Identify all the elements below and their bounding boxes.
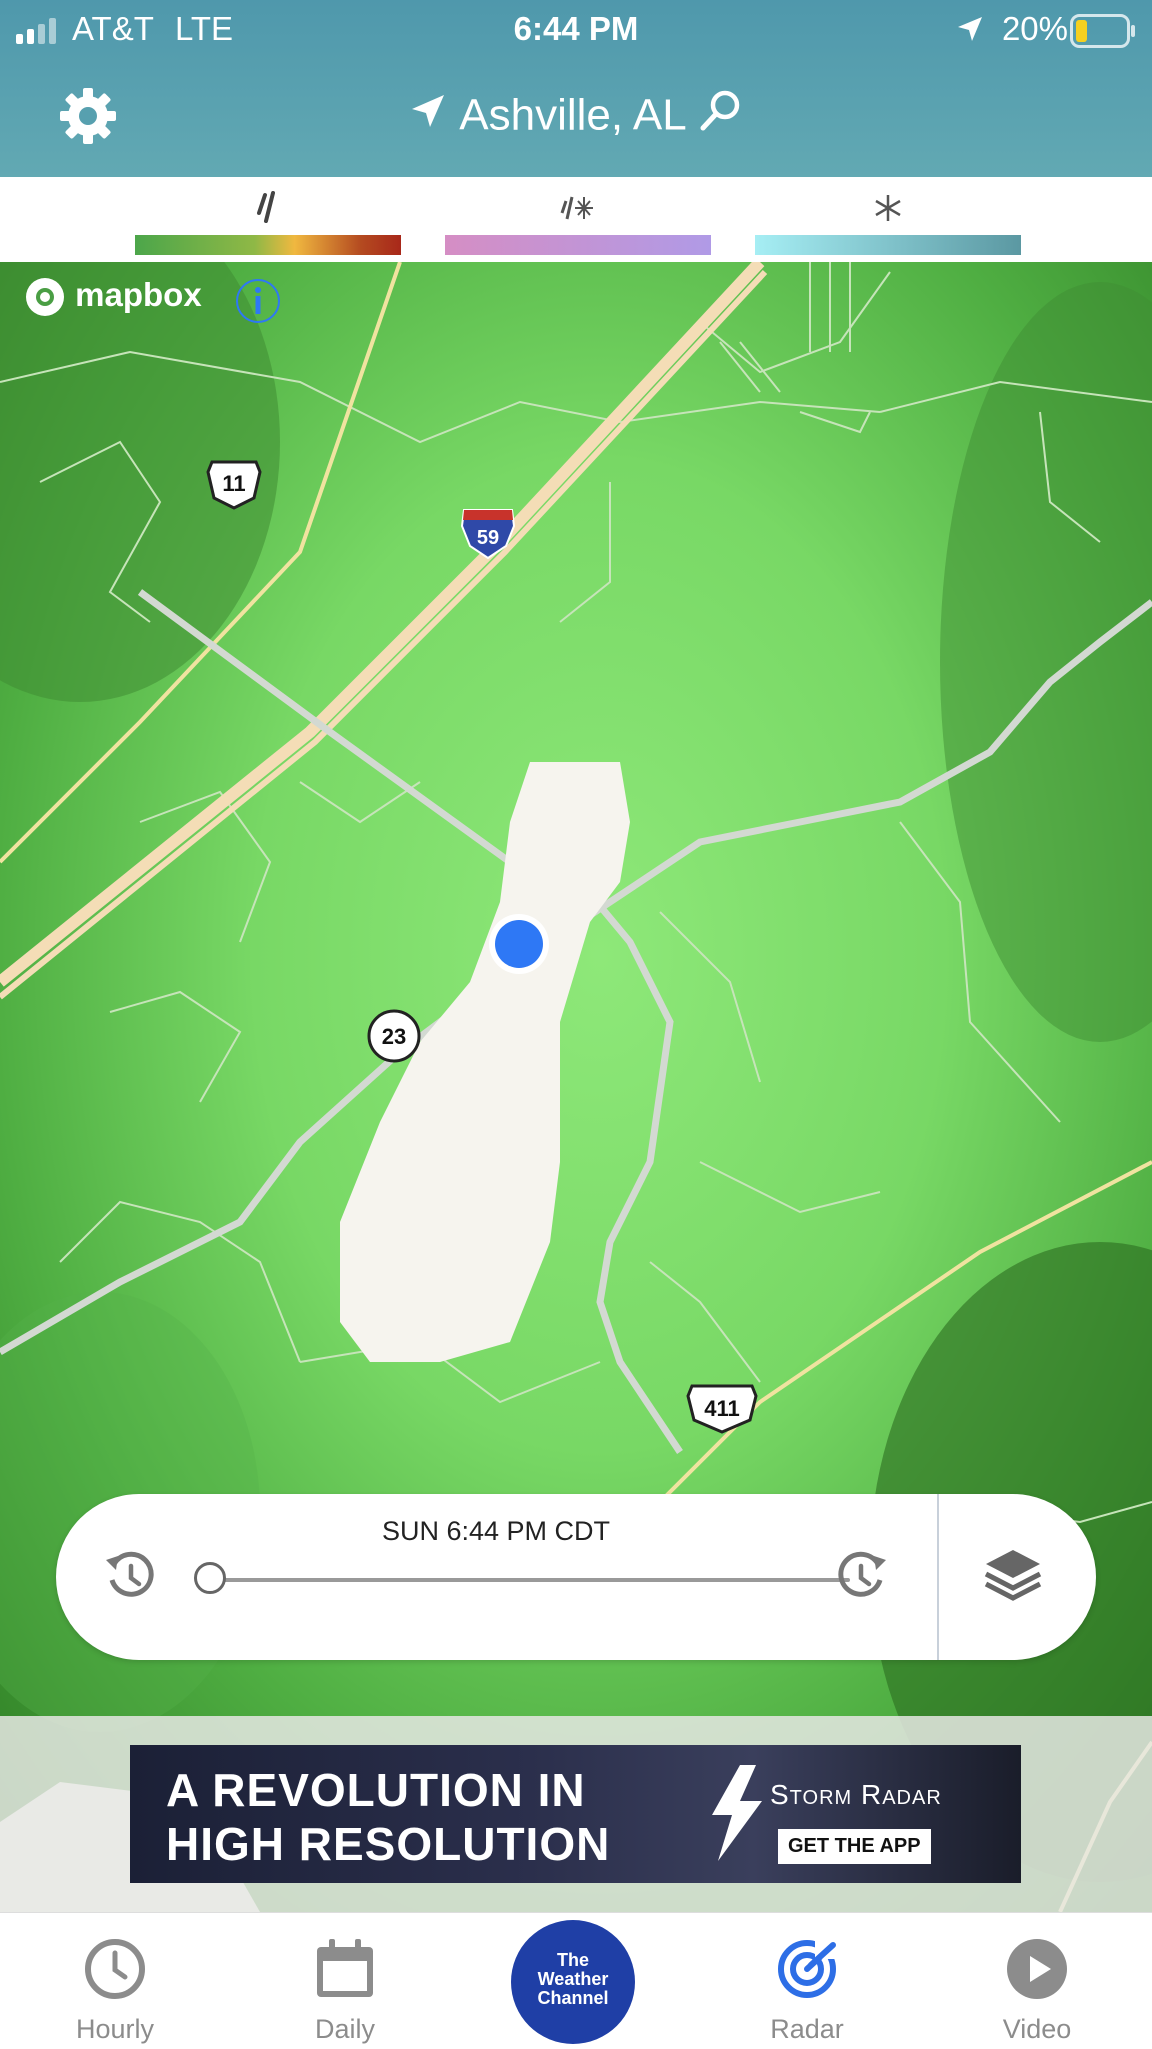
tab-radar[interactable]: Radar — [707, 1913, 907, 2049]
shield-label: 411 — [704, 1396, 740, 1421]
tab-label: Hourly — [75, 2014, 155, 2044]
tab-video[interactable]: Video — [937, 1913, 1137, 2049]
rain-snow-mix-icon — [445, 191, 711, 225]
rain-drop-icon — [135, 191, 401, 225]
layers-icon[interactable] — [982, 1546, 1044, 1609]
radar-icon — [775, 1937, 839, 2006]
route-shield-sr-23: 23 — [366, 1008, 422, 1069]
history-back-icon[interactable] — [104, 1550, 158, 1609]
clock-icon — [83, 1937, 147, 2006]
twc-logo-button[interactable]: The Weather Channel — [511, 1920, 635, 2044]
info-icon[interactable] — [234, 277, 282, 330]
search-icon[interactable] — [699, 90, 743, 142]
shield-label: 23 — [382, 1024, 406, 1049]
battery-icon — [1070, 14, 1136, 53]
mapbox-logo: mapbox — [24, 276, 202, 318]
ad-brand: Storm Radar — [770, 1779, 942, 1810]
shield-label: 11 — [222, 471, 245, 496]
route-shield-us-11: 11 — [206, 458, 262, 515]
location-title[interactable]: Ashville, AL — [0, 88, 1152, 143]
history-forward-icon[interactable] — [834, 1550, 888, 1609]
tab-daily[interactable]: Daily — [245, 1913, 445, 2049]
mix-color-bar — [445, 235, 711, 255]
route-shield-us-411: 411 — [686, 1382, 758, 1439]
route-shield-i-59: 59 — [460, 506, 516, 565]
tab-hourly[interactable]: Hourly — [15, 1913, 215, 2049]
radar-map[interactable] — [0, 262, 1152, 1912]
ad-headline-line1: A REVOLUTION IN — [166, 1764, 586, 1816]
legend-rain — [135, 191, 401, 255]
battery-percent: 20% — [1001, 10, 1068, 47]
precipitation-legend — [0, 177, 1152, 262]
snow-color-bar — [755, 235, 1021, 255]
timeline-timestamp: SUN 6:44 PM CDT — [381, 1516, 611, 1546]
tab-label: Video — [1002, 2014, 1072, 2044]
location-name: Ashville, AL — [459, 90, 687, 140]
shield-label: 59 — [477, 527, 499, 549]
twc-logo-line1: The — [556, 1950, 589, 1970]
lightning-bolt-icon — [700, 1763, 770, 1868]
ad-cta-button[interactable]: GET THE APP — [778, 1829, 931, 1864]
location-arrow-icon — [409, 91, 459, 140]
rain-color-bar — [135, 235, 401, 255]
timeline-divider — [937, 1494, 939, 1660]
ad-headline-line2: HIGH RESOLUTION — [166, 1818, 611, 1870]
calendar-icon — [313, 1937, 377, 2006]
storm-radar-ad[interactable]: A REVOLUTION IN HIGH RESOLUTION Storm Ra… — [130, 1745, 1021, 1883]
twc-logo-line2: Weather — [537, 1969, 609, 1989]
legend-snow — [755, 191, 1021, 255]
mapbox-attribution: mapbox — [75, 276, 202, 313]
twc-logo-line3: Channel — [537, 1988, 609, 2008]
tab-label: Radar — [770, 2014, 844, 2044]
snowflake-icon — [755, 191, 1021, 225]
timeline-slider-track[interactable] — [214, 1578, 850, 1582]
location-services-icon — [955, 14, 985, 49]
legend-mix — [445, 191, 711, 255]
play-icon — [1005, 1937, 1069, 2006]
timeline-slider-thumb[interactable] — [194, 1562, 226, 1594]
app-header: AT&T LTE 6:44 PM 20% Ashville, AL — [0, 0, 1152, 177]
tab-label: Daily — [314, 2014, 375, 2044]
radar-timeline-control: SUN 6:44 PM CDT — [56, 1494, 1096, 1660]
